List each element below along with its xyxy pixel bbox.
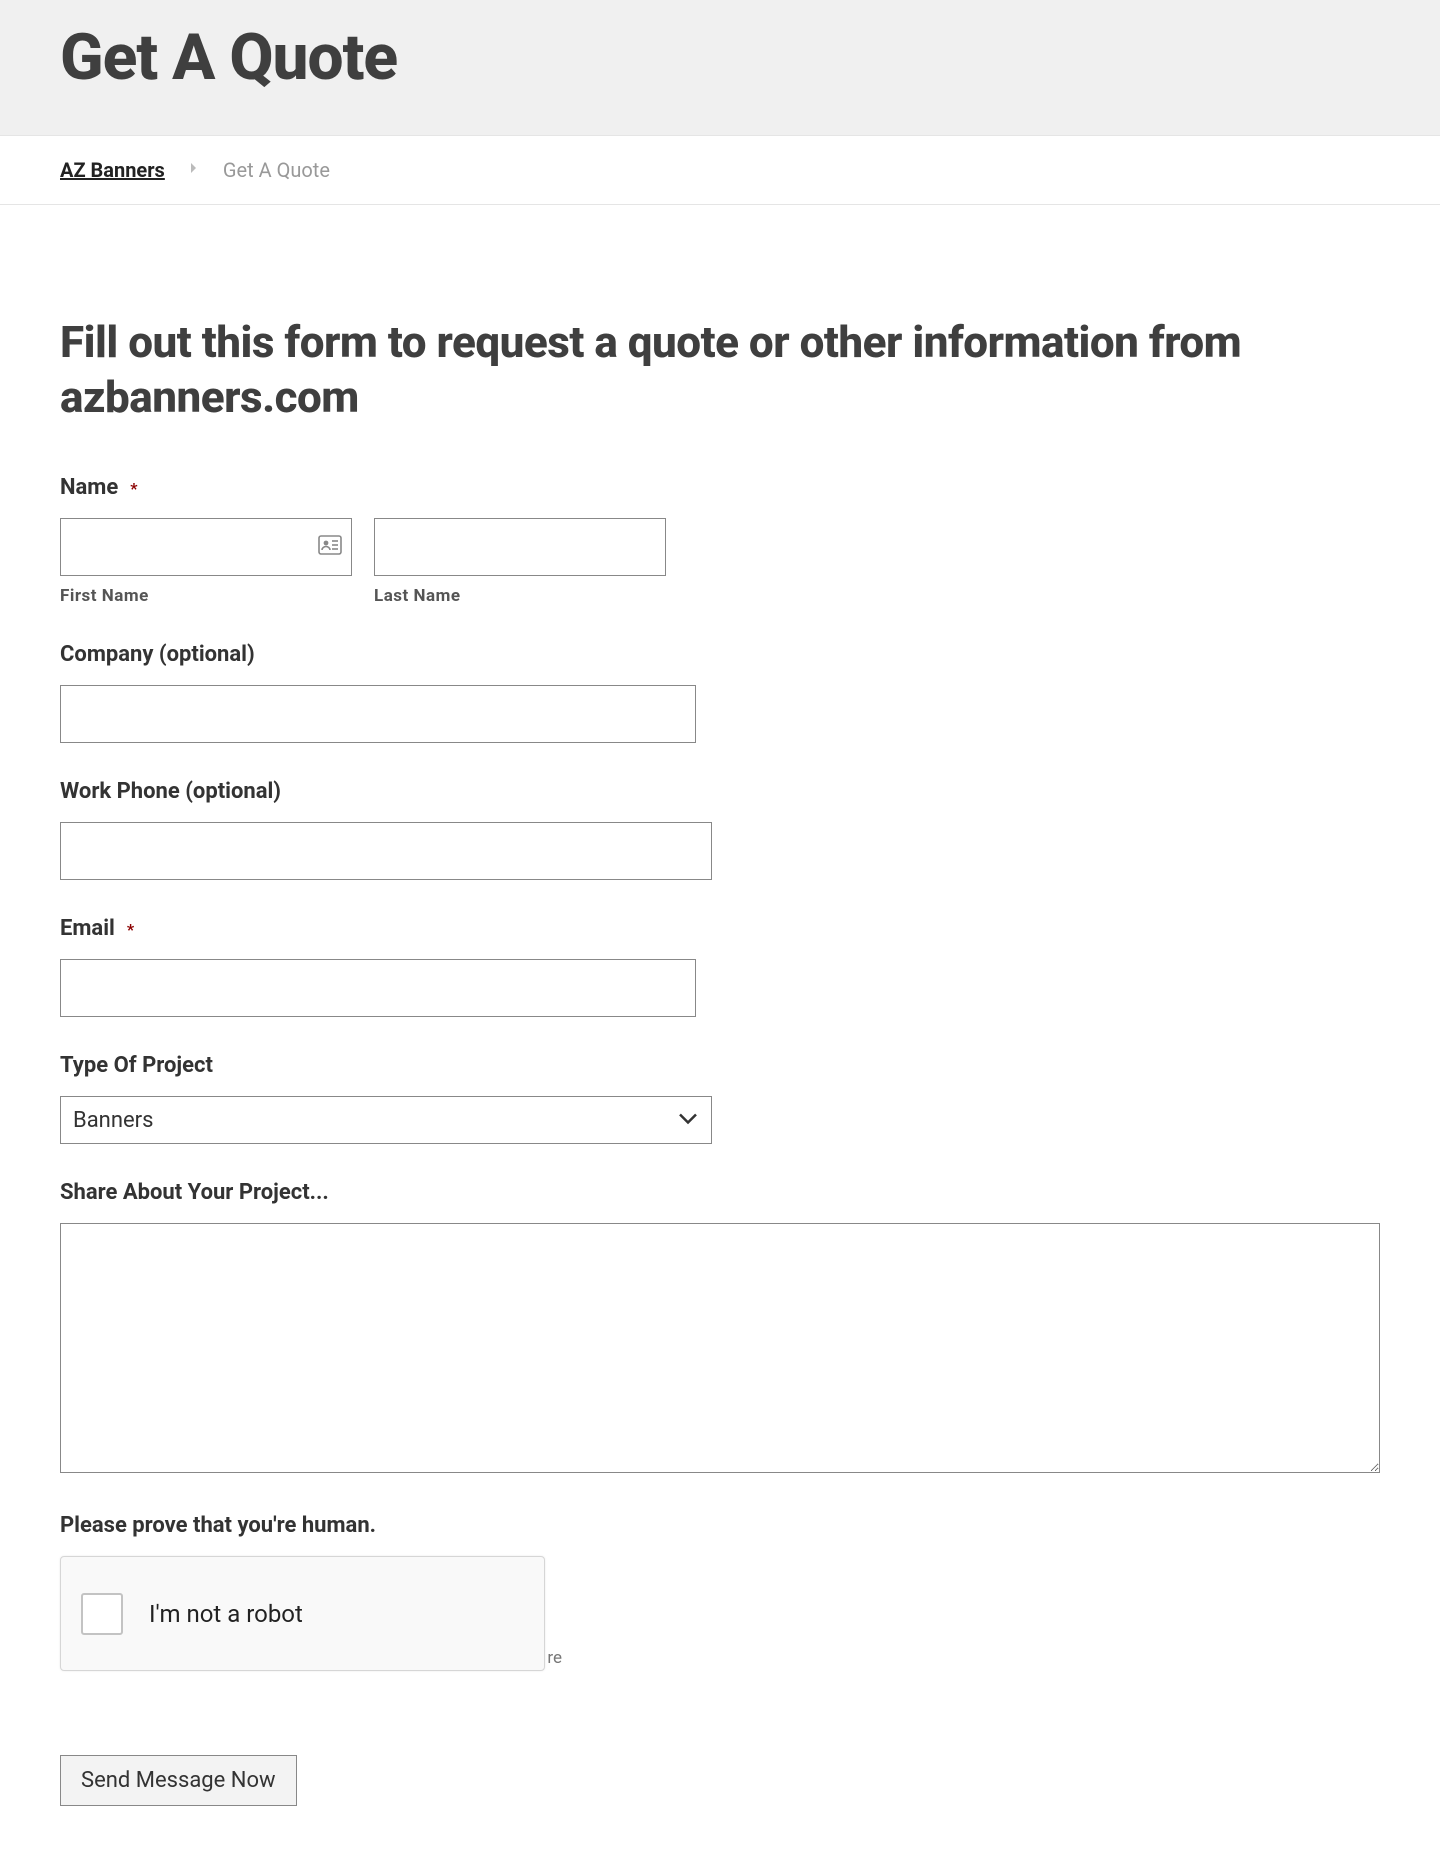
phone-input[interactable]	[60, 822, 712, 880]
share-field-group: Share About Your Project...	[60, 1180, 1320, 1477]
project-type-select[interactable]: Banners	[60, 1096, 712, 1144]
recaptcha-checkbox[interactable]	[81, 1593, 123, 1635]
company-input[interactable]	[60, 685, 696, 743]
first-name-sublabel: First Name	[60, 586, 352, 606]
project-type-label: Type Of Project	[60, 1053, 213, 1078]
company-label: Company (optional)	[60, 642, 255, 667]
name-label: Name	[60, 475, 118, 500]
required-star-icon: *	[130, 479, 137, 498]
recaptcha-box: I'm not a robot re	[60, 1556, 545, 1671]
required-star-icon: *	[127, 920, 134, 939]
recaptcha-brand: re	[547, 1648, 562, 1668]
email-field-group: Email *	[60, 916, 1320, 1017]
email-label: Email	[60, 916, 115, 941]
last-name-input[interactable]	[374, 518, 666, 576]
last-name-sublabel: Last Name	[374, 586, 666, 606]
captcha-field-group: Please prove that you're human. I'm not …	[60, 1513, 1320, 1671]
breadcrumb-home-link[interactable]: AZ Banners	[60, 158, 165, 182]
breadcrumb: AZ Banners Get A Quote	[60, 158, 1380, 182]
breadcrumb-band: AZ Banners Get A Quote	[0, 136, 1440, 205]
name-field-group: Name *	[60, 475, 1320, 606]
project-type-field-group: Type Of Project Banners	[60, 1053, 1320, 1144]
page-title: Get A Quote	[60, 0, 1380, 135]
company-field-group: Company (optional)	[60, 642, 1320, 743]
chevron-right-icon	[189, 162, 199, 178]
header-band: Get A Quote	[0, 0, 1440, 136]
share-label: Share About Your Project...	[60, 1180, 329, 1205]
captcha-label: Please prove that you're human.	[60, 1513, 376, 1538]
form-heading: Fill out this form to request a quote or…	[60, 315, 1320, 425]
contact-card-icon	[318, 535, 342, 559]
share-textarea[interactable]	[60, 1223, 1380, 1473]
phone-label: Work Phone (optional)	[60, 779, 281, 804]
breadcrumb-current: Get A Quote	[223, 158, 330, 182]
email-input[interactable]	[60, 959, 696, 1017]
recaptcha-text: I'm not a robot	[149, 1600, 303, 1628]
first-name-input[interactable]	[60, 518, 352, 576]
main-content: Fill out this form to request a quote or…	[0, 205, 1380, 1866]
phone-field-group: Work Phone (optional)	[60, 779, 1320, 880]
submit-button[interactable]: Send Message Now	[60, 1755, 297, 1806]
